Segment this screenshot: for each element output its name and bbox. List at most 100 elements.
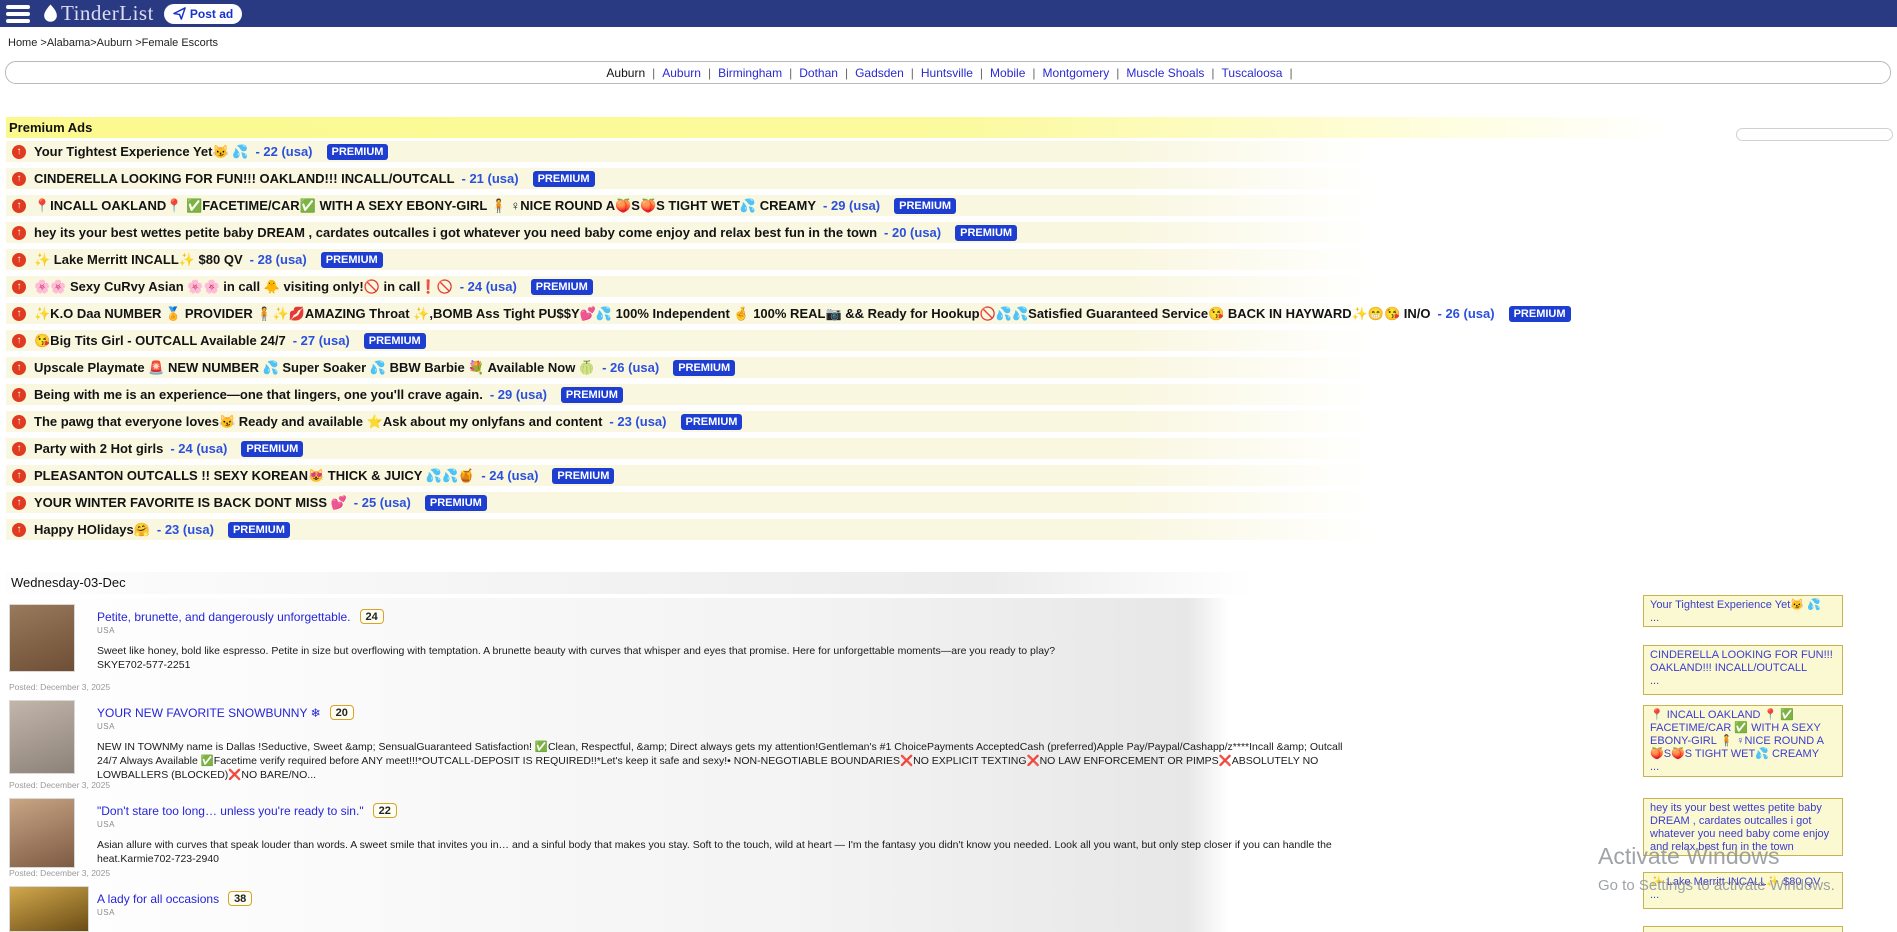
premium-badge: PREMIUM bbox=[241, 441, 303, 457]
premium-badge: PREMIUM bbox=[531, 279, 593, 295]
premium-badge: PREMIUM bbox=[327, 144, 389, 160]
city-link[interactable]: Huntsville bbox=[921, 66, 973, 80]
listing-thumbnail[interactable] bbox=[9, 798, 75, 868]
hamburger-menu-icon[interactable] bbox=[6, 5, 30, 23]
premium-ad-row[interactable]: ↑ Party with 2 Hot girls - 24 (usa) PREM… bbox=[6, 438, 1371, 459]
premium-ad-title[interactable]: hey its your best wettes petite baby DRE… bbox=[34, 225, 877, 240]
premium-badge: PREMIUM bbox=[673, 360, 735, 376]
listing-posted-date: Posted: December 3, 2025 bbox=[9, 682, 110, 692]
premium-badge: PREMIUM bbox=[552, 468, 614, 484]
premium-ad-row[interactable]: ↑ YOUR WINTER FAVORITE IS BACK DONT MISS… bbox=[6, 492, 1371, 513]
breadcrumb[interactable]: Home >Alabama>Auburn >Female Escorts bbox=[8, 37, 218, 49]
premium-ad-age: - 29 (usa) bbox=[490, 387, 547, 402]
up-arrow-icon: ↑ bbox=[12, 253, 26, 267]
premium-ad-row[interactable]: ↑ Happy HOlidays🤗 - 23 (usa) PREMIUM bbox=[6, 519, 1371, 540]
up-arrow-icon: ↑ bbox=[12, 496, 26, 510]
city-link[interactable]: Gadsden bbox=[855, 66, 904, 80]
premium-ad-title[interactable]: Happy HOlidays🤗 bbox=[34, 522, 150, 538]
premium-ad-row[interactable]: ↑ PLEASANTON OUTCALLS !! SEXY KOREAN😻 TH… bbox=[6, 465, 1371, 486]
up-arrow-icon: ↑ bbox=[12, 199, 26, 213]
premium-ad-title[interactable]: ✨ Lake Merritt INCALL✨ $80 QV bbox=[34, 252, 243, 268]
premium-ad-row[interactable]: ↑ hey its your best wettes petite baby D… bbox=[6, 222, 1371, 243]
listing-title-row: A lady for all occasions 38 bbox=[0, 880, 1365, 906]
premium-ad-title[interactable]: 🌸🌸 Sexy CuRvy Asian 🌸🌸 in call 🐥 visitin… bbox=[34, 279, 453, 295]
premium-ad-title[interactable]: Your Tightest Experience Yet😼 💦 bbox=[34, 144, 248, 160]
separator: | bbox=[1289, 66, 1292, 80]
city-link[interactable]: Auburn bbox=[662, 66, 701, 80]
sidebar-ads: Your Tightest Experience Yet😼 💦 ... CIND… bbox=[1643, 595, 1843, 932]
up-arrow-icon: ↑ bbox=[12, 523, 26, 537]
premium-ad-title[interactable]: Party with 2 Hot girls bbox=[34, 441, 163, 456]
premium-badge: PREMIUM bbox=[681, 414, 743, 430]
sidebar-ad-box[interactable]: ✨ Lake Merritt INCALL✨ $80 QV ... bbox=[1643, 872, 1843, 909]
post-ad-label: Post ad bbox=[190, 7, 233, 21]
sidebar-ad-title[interactable]: hey its your best wettes petite baby DRE… bbox=[1650, 802, 1836, 854]
listing-country: USA bbox=[0, 820, 1365, 829]
up-arrow-icon: ↑ bbox=[12, 388, 26, 402]
listing-description: Asian allure with curves that speak loud… bbox=[0, 838, 1345, 866]
premium-ad-row[interactable]: ↑ 📍INCALL OAKLAND📍 ✅FACETIME/CAR✅ WITH A… bbox=[6, 195, 1371, 216]
sidebar-ad-title[interactable]: CINDERELLA LOOKING FOR FUN!!! OAKLAND!!!… bbox=[1650, 649, 1836, 675]
sidebar-ad-box[interactable]: CINDERELLA LOOKING FOR FUN!!! OAKLAND!!!… bbox=[1643, 645, 1843, 695]
premium-ad-title[interactable]: 😘Big Tits Girl - OUTCALL Available 24/7 bbox=[34, 333, 286, 349]
sidebar-ad-box[interactable]: hey its your best wettes petite baby DRE… bbox=[1643, 798, 1843, 856]
premium-ad-row[interactable]: ↑ The pawg that everyone loves😼 Ready an… bbox=[6, 411, 1371, 432]
sidebar-ad-title[interactable]: 📍 INCALL OAKLAND 📍 ✅ FACETIME/CAR ✅ WITH… bbox=[1650, 709, 1836, 761]
post-ad-button[interactable]: Post ad bbox=[164, 4, 242, 24]
listing-title-link[interactable]: YOUR NEW FAVORITE SNOWBUNNY ❄ bbox=[97, 706, 321, 720]
premium-ad-title[interactable]: CINDERELLA LOOKING FOR FUN!!! OAKLAND!!!… bbox=[34, 171, 455, 186]
premium-ad-title[interactable]: The pawg that everyone loves😼 Ready and … bbox=[34, 414, 602, 430]
sidebar-ad-box[interactable] bbox=[1643, 926, 1843, 932]
city-nav: Auburn | Auburn| Birmingham| Dothan| Gad… bbox=[5, 61, 1891, 84]
premium-badge: PREMIUM bbox=[1509, 306, 1571, 322]
listing-age-badge: 38 bbox=[228, 891, 252, 906]
premium-ad-row[interactable]: ↑ ✨ Lake Merritt INCALL✨ $80 QV - 28 (us… bbox=[6, 249, 1371, 270]
listing-thumbnail[interactable] bbox=[9, 700, 75, 774]
premium-ad-title[interactable]: Being with me is an experience—one that … bbox=[34, 387, 483, 402]
premium-ad-row[interactable]: ↑ ✨K.O Daa NUMBER 🏅 PROVIDER 🧍✨💋AMAZING … bbox=[6, 303, 1371, 324]
listing-title-link[interactable]: A lady for all occasions bbox=[97, 892, 219, 906]
sidebar-ad-box[interactable]: 📍 INCALL OAKLAND 📍 ✅ FACETIME/CAR ✅ WITH… bbox=[1643, 705, 1843, 777]
premium-ad-title[interactable]: Upscale Playmate 🚨 NEW NUMBER 💦 Super So… bbox=[34, 360, 595, 376]
premium-ad-row[interactable]: ↑ Upscale Playmate 🚨 NEW NUMBER 💦 Super … bbox=[6, 357, 1371, 378]
premium-ad-age: - 28 (usa) bbox=[250, 252, 307, 267]
premium-ad-title[interactable]: YOUR WINTER FAVORITE IS BACK DONT MISS 💕 bbox=[34, 495, 347, 511]
sidebar-ad-title[interactable]: ✨ Lake Merritt INCALL✨ $80 QV bbox=[1650, 876, 1836, 889]
up-arrow-icon: ↑ bbox=[12, 469, 26, 483]
premium-ad-row[interactable]: ↑ CINDERELLA LOOKING FOR FUN!!! OAKLAND!… bbox=[6, 168, 1371, 189]
site-logo[interactable]: TinderList bbox=[42, 1, 154, 26]
premium-ad-age: - 23 (usa) bbox=[157, 522, 214, 537]
city-link[interactable]: Birmingham bbox=[718, 66, 782, 80]
premium-ad-row[interactable]: ↑ Your Tightest Experience Yet😼 💦 - 22 (… bbox=[6, 141, 1371, 162]
listing-country: USA bbox=[0, 722, 1365, 731]
city-link[interactable]: Dothan bbox=[799, 66, 838, 80]
premium-ad-title[interactable]: PLEASANTON OUTCALLS !! SEXY KOREAN😻 THIC… bbox=[34, 468, 474, 484]
city-link[interactable]: Muscle Shoals bbox=[1126, 66, 1204, 80]
listing-thumbnail[interactable] bbox=[9, 886, 89, 932]
city-link[interactable]: Tuscaloosa bbox=[1222, 66, 1283, 80]
city-link[interactable]: Mobile bbox=[990, 66, 1025, 80]
sidebar-ad-title[interactable]: Your Tightest Experience Yet😼 💦 bbox=[1650, 599, 1836, 612]
premium-badge: PREMIUM bbox=[533, 171, 595, 187]
listing-row: Petite, brunette, and dangerously unforg… bbox=[0, 598, 1365, 694]
sidebar-ad-more: ... bbox=[1650, 889, 1836, 902]
listing-title-link[interactable]: "Don't stare too long… unless you're rea… bbox=[97, 804, 364, 818]
premium-ad-row[interactable]: ↑ 🌸🌸 Sexy CuRvy Asian 🌸🌸 in call 🐥 visit… bbox=[6, 276, 1371, 297]
premium-ad-age: - 29 (usa) bbox=[823, 198, 880, 213]
listing-row: YOUR NEW FAVORITE SNOWBUNNY ❄ 20 USA NEW… bbox=[0, 694, 1365, 792]
listing-title-link[interactable]: Petite, brunette, and dangerously unforg… bbox=[97, 610, 351, 624]
listing-thumbnail[interactable] bbox=[9, 604, 75, 672]
sidebar-ad-more: ... bbox=[1650, 675, 1836, 688]
premium-ad-row[interactable]: ↑ 😘Big Tits Girl - OUTCALL Available 24/… bbox=[6, 330, 1371, 351]
premium-ad-title[interactable]: 📍INCALL OAKLAND📍 ✅FACETIME/CAR✅ WITH A S… bbox=[34, 198, 816, 214]
premium-badge: PREMIUM bbox=[894, 198, 956, 214]
city-link[interactable]: Montgomery bbox=[1043, 66, 1110, 80]
premium-badge: PREMIUM bbox=[425, 495, 487, 511]
listing-title-row: "Don't stare too long… unless you're rea… bbox=[0, 792, 1365, 818]
flame-logo-icon bbox=[42, 4, 59, 23]
premium-ad-age: - 23 (usa) bbox=[609, 414, 666, 429]
sidebar-ad-box[interactable]: Your Tightest Experience Yet😼 💦 ... bbox=[1643, 595, 1843, 627]
premium-ad-row[interactable]: ↑ Being with me is an experience—one tha… bbox=[6, 384, 1371, 405]
premium-ads-list: ↑ Your Tightest Experience Yet😼 💦 - 22 (… bbox=[6, 141, 1371, 540]
premium-ad-title[interactable]: ✨K.O Daa NUMBER 🏅 PROVIDER 🧍✨💋AMAZING Th… bbox=[34, 306, 1431, 322]
